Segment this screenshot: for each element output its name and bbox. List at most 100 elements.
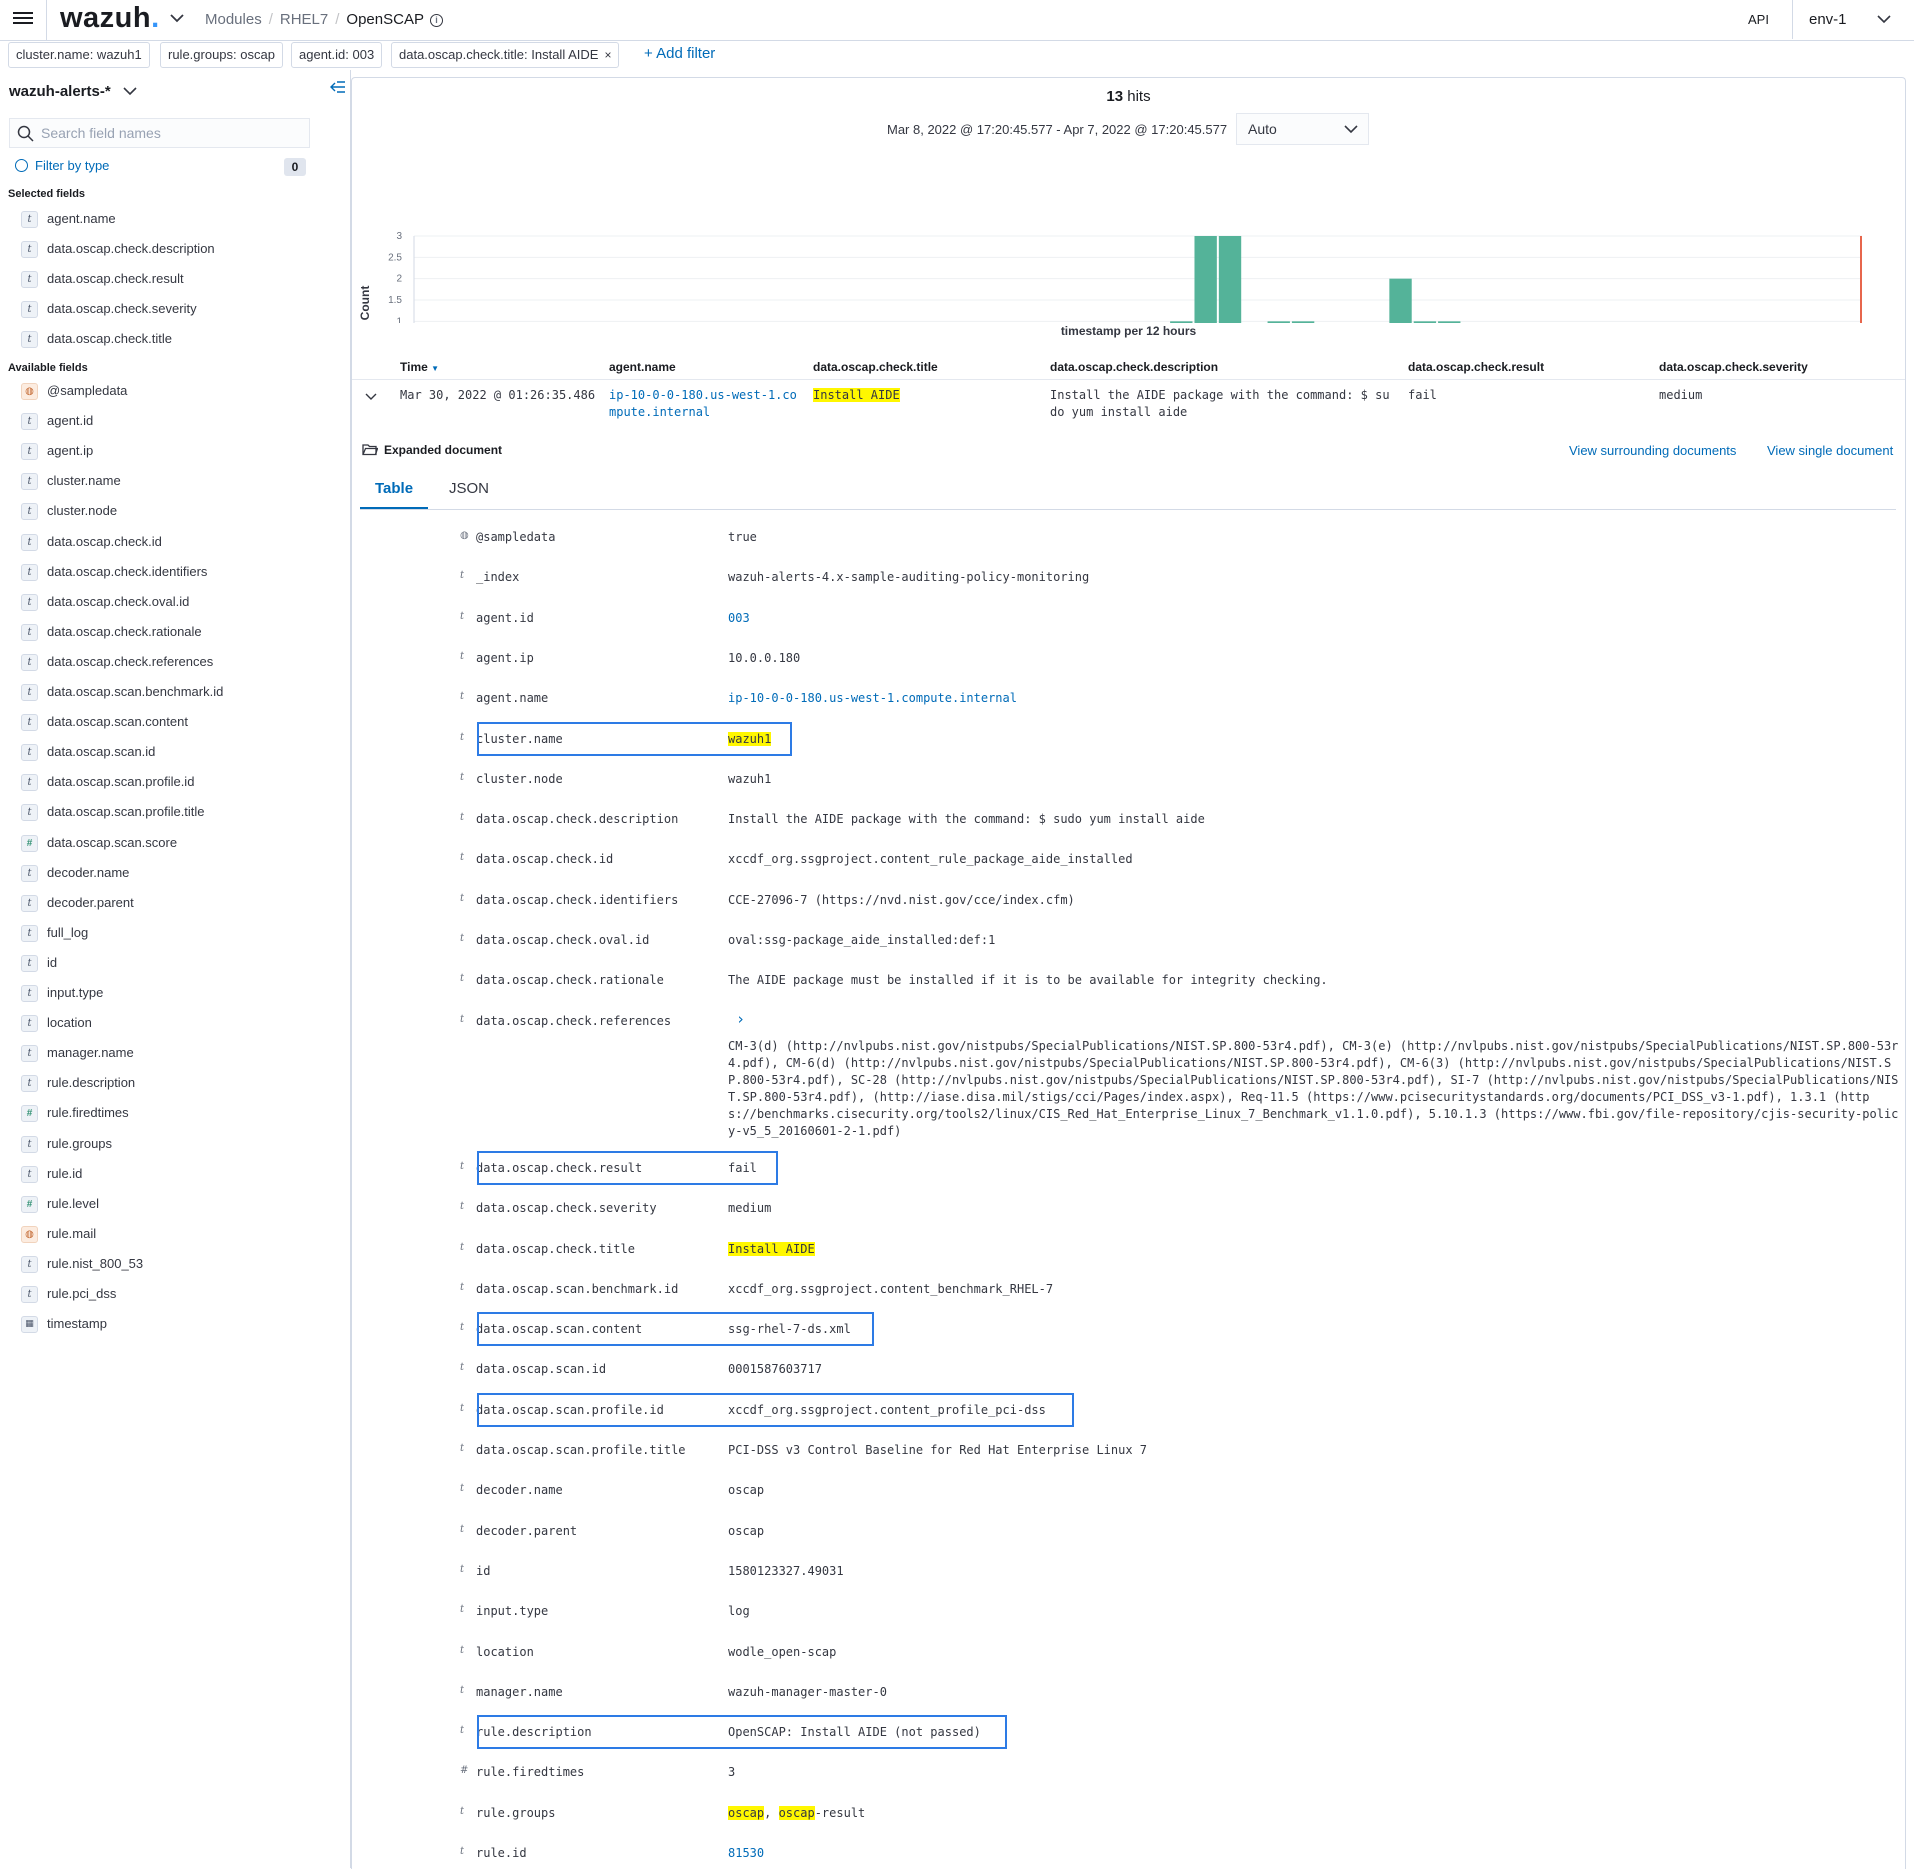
y-tick-label: 1 bbox=[396, 316, 402, 323]
field-item[interactable]: t cluster.name bbox=[21, 473, 121, 493]
filter-pill-label: data.oscap.check.title: Install AIDE bbox=[399, 47, 599, 62]
add-filter-button[interactable]: + Add filter bbox=[644, 45, 715, 62]
field-item[interactable]: t decoder.parent bbox=[21, 895, 134, 915]
filter-pill-agent-id[interactable]: agent.id: 003 bbox=[291, 42, 383, 68]
y-tick-label: 3 bbox=[396, 231, 402, 242]
column-header-agent-name[interactable]: agent.name bbox=[609, 360, 676, 374]
y-tick-label: 2.5 bbox=[388, 252, 402, 263]
breadcrumb-modules[interactable]: Modules bbox=[205, 11, 262, 28]
chevron-down-icon[interactable] bbox=[365, 393, 377, 401]
field-item[interactable]: t cluster.node bbox=[21, 503, 117, 523]
interval-value: Auto bbox=[1248, 121, 1277, 137]
interval-select[interactable]: Auto bbox=[1236, 113, 1369, 145]
wazuh-logo[interactable]: wazuh. bbox=[60, 2, 160, 35]
field-name: data.oscap.check.rationale bbox=[47, 623, 202, 639]
column-header-time[interactable]: Time ▼ bbox=[400, 360, 439, 374]
tab-json[interactable]: JSON bbox=[434, 468, 504, 509]
hits-label: hits bbox=[1127, 88, 1151, 105]
field-item[interactable]: t location bbox=[21, 1015, 92, 1035]
hamburger-menu-icon[interactable] bbox=[13, 9, 33, 29]
field-item[interactable]: t agent.id bbox=[21, 413, 93, 433]
highlight-box bbox=[477, 1150, 778, 1185]
field-item[interactable]: t input.type bbox=[21, 985, 103, 1005]
field-item[interactable]: t data.oscap.scan.profile.title bbox=[21, 804, 205, 824]
field-item[interactable]: t data.oscap.scan.profile.id bbox=[21, 774, 194, 794]
filter-pill-rule-groups[interactable]: rule.groups: oscap bbox=[160, 42, 283, 68]
tab-table[interactable]: Table bbox=[360, 468, 429, 509]
document-field-value[interactable]: ip-10-0-0-180.us-west-1.compute.internal bbox=[728, 691, 1017, 705]
field-item[interactable]: t data.oscap.check.oval.id bbox=[21, 594, 189, 614]
document-field-text: wazuh-manager-master-0 bbox=[728, 1684, 887, 1699]
field-item[interactable]: t rule.nist_800_53 bbox=[21, 1256, 143, 1276]
field-item[interactable]: t data.oscap.check.references bbox=[21, 654, 213, 674]
field-item[interactable]: t data.oscap.scan.benchmark.id bbox=[21, 684, 223, 704]
field-item[interactable]: t data.oscap.check.description bbox=[21, 241, 215, 261]
field-type-string-icon: t bbox=[460, 1604, 465, 1616]
document-field-value: Install the AIDE package with the comman… bbox=[728, 812, 1205, 826]
field-item[interactable]: t data.oscap.check.result bbox=[21, 271, 184, 291]
field-item[interactable]: t full_log bbox=[21, 925, 88, 945]
field-type-string-icon: t bbox=[21, 653, 38, 671]
field-item[interactable]: # rule.level bbox=[21, 1196, 99, 1216]
field-item[interactable]: t data.oscap.scan.content bbox=[21, 714, 188, 734]
filter-by-type-button[interactable]: Filter by type bbox=[15, 158, 109, 173]
document-field-link[interactable]: 81530 bbox=[728, 1846, 764, 1860]
filter-pill-cluster-name[interactable]: cluster.name: wazuh1 bbox=[8, 42, 150, 68]
field-item[interactable]: t manager.name bbox=[21, 1045, 134, 1065]
field-item[interactable]: t rule.groups bbox=[21, 1136, 112, 1156]
field-item[interactable]: t data.oscap.scan.id bbox=[21, 744, 155, 764]
field-name: rule.description bbox=[47, 1075, 136, 1091]
field-name: data.oscap.scan.benchmark.id bbox=[47, 684, 224, 699]
field-item[interactable]: # data.oscap.scan.score bbox=[21, 835, 177, 855]
field-item[interactable]: # rule.firedtimes bbox=[21, 1105, 129, 1125]
table-row[interactable]: Mar 30, 2022 @ 01:26:35.486 ip-10-0-0-18… bbox=[352, 380, 1905, 420]
search-field-names-input[interactable]: Search field names bbox=[9, 118, 310, 148]
field-item[interactable]: t data.oscap.check.title bbox=[21, 331, 172, 351]
environment-select[interactable]: env-1 bbox=[1792, 0, 1905, 39]
index-pattern-selector[interactable]: wazuh-alerts-* bbox=[9, 83, 137, 100]
expand-chevron-icon[interactable]: › bbox=[736, 1010, 745, 1028]
sort-descending-icon[interactable]: ▼ bbox=[431, 364, 439, 373]
document-field-value[interactable]: 81530 bbox=[728, 1846, 764, 1860]
field-item[interactable]: t agent.name bbox=[21, 211, 116, 231]
view-single-document-link[interactable]: View single document bbox=[1767, 443, 1893, 458]
info-icon[interactable]: i bbox=[429, 14, 443, 27]
field-item[interactable]: t rule.pci_dss bbox=[21, 1286, 116, 1306]
field-item[interactable]: t data.oscap.check.identifiers bbox=[21, 564, 207, 584]
column-header-check-description[interactable]: data.oscap.check.description bbox=[1050, 360, 1218, 374]
document-field-link[interactable]: ip-10-0-0-180.us-west-1.compute.internal bbox=[728, 691, 1017, 705]
document-field-link[interactable]: 003 bbox=[728, 611, 750, 625]
row-agent-name-link[interactable]: ip-10-0-0-180.us-west-1.co mpute.internal bbox=[609, 387, 797, 421]
document-view-tabs: Table JSON bbox=[360, 468, 1896, 510]
document-field-text: 0001587603717 bbox=[728, 1362, 822, 1377]
field-name: agent.ip bbox=[47, 443, 94, 459]
filter-pill-check-title[interactable]: data.oscap.check.title: Install AIDE × bbox=[391, 42, 620, 68]
histogram-chart[interactable]: Count00.511.522.532022-03-09 00:002022-0… bbox=[352, 148, 1905, 323]
field-item[interactable]: ▦ timestamp bbox=[21, 1316, 107, 1336]
field-item[interactable]: t decoder.name bbox=[21, 865, 129, 885]
field-type-string-icon: t bbox=[460, 1241, 465, 1253]
document-field-value: wazuh-alerts-4.x-sample-auditing-policy-… bbox=[728, 570, 1089, 584]
histogram-bar bbox=[1267, 321, 1290, 323]
field-item[interactable]: t rule.id bbox=[21, 1166, 82, 1186]
field-item[interactable]: t agent.ip bbox=[21, 443, 93, 463]
field-item[interactable]: ◍ rule.mail bbox=[21, 1226, 96, 1246]
field-item[interactable]: t data.oscap.check.rationale bbox=[21, 624, 202, 644]
field-item[interactable]: t id bbox=[21, 955, 57, 975]
column-header-check-result[interactable]: data.oscap.check.result bbox=[1408, 360, 1544, 374]
field-item[interactable]: t data.oscap.check.id bbox=[21, 534, 162, 554]
chevron-down-icon[interactable] bbox=[168, 9, 186, 27]
field-item[interactable]: ◍ @sampledata bbox=[21, 383, 127, 403]
document-field-value: 0001587603717 bbox=[728, 1362, 822, 1376]
field-item[interactable]: t rule.description bbox=[21, 1075, 135, 1095]
close-icon[interactable]: × bbox=[604, 48, 611, 62]
document-field-key: decoder.parent bbox=[476, 1523, 578, 1538]
collapse-sidebar-icon[interactable] bbox=[330, 80, 346, 94]
view-surrounding-documents-link[interactable]: View surrounding documents bbox=[1569, 443, 1736, 458]
document-field-value[interactable]: 003 bbox=[728, 611, 750, 625]
column-header-check-severity[interactable]: data.oscap.check.severity bbox=[1659, 360, 1808, 374]
breadcrumb-rhel7[interactable]: RHEL7 bbox=[280, 11, 328, 28]
column-header-check-title[interactable]: data.oscap.check.title bbox=[813, 360, 938, 374]
api-button[interactable]: API bbox=[1748, 12, 1769, 27]
field-item[interactable]: t data.oscap.check.severity bbox=[21, 301, 197, 321]
